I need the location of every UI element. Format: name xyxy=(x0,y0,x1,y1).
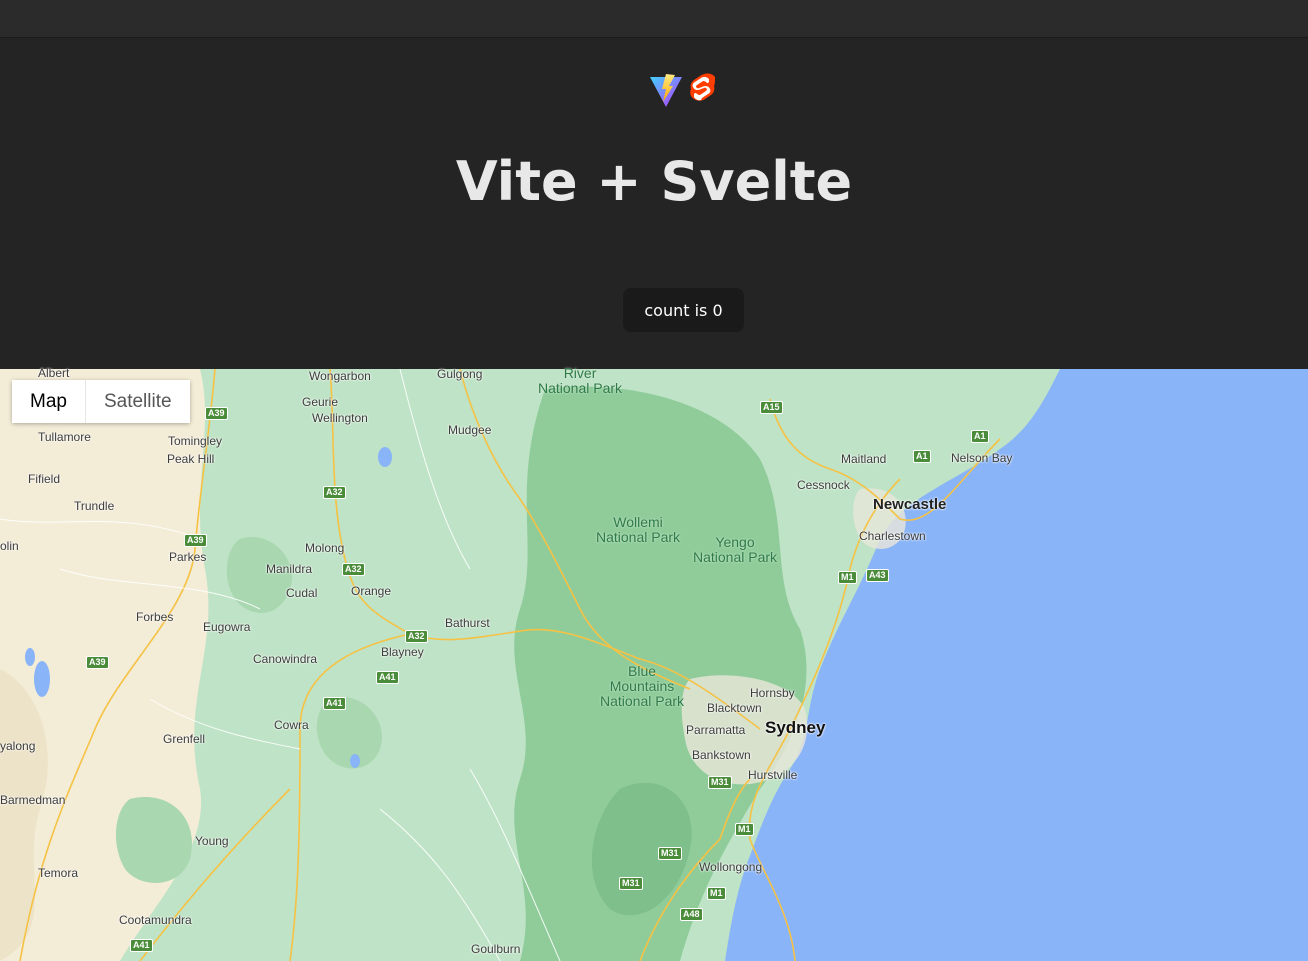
place-label: Mudgee xyxy=(448,423,492,437)
park-label: Yengo National Park xyxy=(693,534,778,565)
place-label: Wongarbon xyxy=(309,369,371,383)
place-label: Eugowra xyxy=(203,620,251,634)
place-label: Orange xyxy=(351,584,392,598)
place-label: olin xyxy=(0,539,19,553)
place-label: Hornsby xyxy=(750,686,795,700)
place-label: Maitland xyxy=(841,452,887,466)
place-label: Bankstown xyxy=(692,748,751,762)
place-label: Manildra xyxy=(266,562,313,576)
place-label: Blacktown xyxy=(707,701,762,715)
road-shield: M1 xyxy=(735,823,754,836)
place-label: Goulburn xyxy=(471,942,521,956)
road-shield: A15 xyxy=(760,401,783,414)
road-shield: A1 xyxy=(971,430,989,443)
place-label: Wollongong xyxy=(699,860,763,874)
road-shield: A32 xyxy=(323,486,346,499)
place-label: Albert xyxy=(38,366,70,380)
page-title: Vite + Svelte xyxy=(455,150,853,213)
place-label: Forbes xyxy=(136,610,174,624)
place-label: Nelson Bay xyxy=(951,451,1013,465)
map-type-satellite-button[interactable]: Satellite xyxy=(84,380,190,423)
road-shield: M31 xyxy=(708,776,732,789)
place-label: Geurie xyxy=(302,395,339,409)
road-shield: A43 xyxy=(866,569,889,582)
road-shield: A41 xyxy=(323,697,346,710)
road-shield: A32 xyxy=(405,630,428,643)
map-type-map-button[interactable]: Map xyxy=(12,380,85,423)
vite-logo[interactable] xyxy=(648,72,684,108)
place-label: Young xyxy=(195,834,229,848)
logo-group xyxy=(648,72,720,110)
road-shield: M31 xyxy=(619,877,643,890)
place-label: Tomingley xyxy=(168,434,223,448)
place-label: Canowindra xyxy=(253,652,318,666)
place-label: Charlestown xyxy=(859,529,926,543)
place-label: Gulgong xyxy=(437,367,483,381)
place-label: Bathurst xyxy=(445,616,490,630)
place-label: Peak Hill xyxy=(167,452,215,466)
road-shield: A48 xyxy=(680,908,703,921)
park-label: Blue Mountains National Park xyxy=(600,663,685,709)
place-label: Trundle xyxy=(74,499,115,513)
place-label: Hurstville xyxy=(748,768,798,782)
place-label: Tullamore xyxy=(38,430,91,444)
place-label: yalong xyxy=(0,739,36,753)
road-shield: A39 xyxy=(184,534,207,547)
place-label: Temora xyxy=(38,866,79,880)
count-button[interactable]: count is 0 xyxy=(623,288,744,332)
place-label: Newcastle xyxy=(873,496,947,513)
place-label: Cudal xyxy=(286,586,318,600)
road-shield: A41 xyxy=(130,939,153,952)
svelte-logo[interactable] xyxy=(688,73,720,109)
park-label: Wollemi National Park xyxy=(596,514,681,545)
place-label: Fifield xyxy=(28,472,61,486)
road-shield: M31 xyxy=(658,847,682,860)
road-shield: A39 xyxy=(86,656,109,669)
place-label: Parramatta xyxy=(686,723,746,737)
road-shield: A32 xyxy=(342,563,365,576)
place-label: Blayney xyxy=(381,645,424,659)
place-label: Cootamundra xyxy=(119,913,192,927)
road-shield: M1 xyxy=(707,887,726,900)
place-label: Cessnock xyxy=(797,478,850,492)
place-label: Barmedman xyxy=(0,793,66,807)
road-shield: A39 xyxy=(205,407,228,420)
park-label: River National Park xyxy=(538,365,623,396)
road-shield: A41 xyxy=(376,671,399,684)
place-label: Sydney xyxy=(765,718,826,737)
road-shield: A1 xyxy=(913,450,931,463)
place-label: Molong xyxy=(305,541,345,555)
place-label: Parkes xyxy=(169,550,207,564)
place-label: Grenfell xyxy=(163,732,206,746)
road-shield: M1 xyxy=(838,571,857,584)
browser-top-bar xyxy=(0,0,1308,38)
place-label: Cowra xyxy=(274,718,309,732)
place-label: Wellington xyxy=(312,411,368,425)
map-type-control: Map Satellite xyxy=(12,380,190,423)
